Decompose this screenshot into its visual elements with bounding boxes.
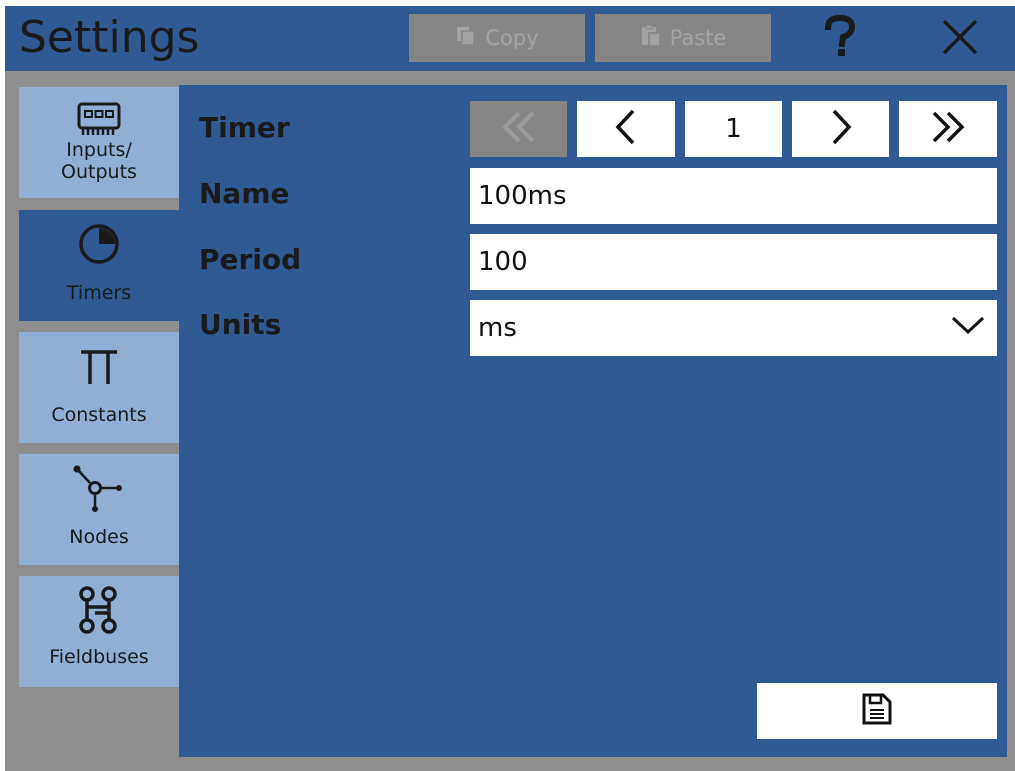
- copy-icon: [455, 25, 477, 52]
- sidebar-item-timers[interactable]: Timers: [19, 210, 179, 321]
- units-label: Units: [199, 308, 282, 341]
- timer-index-display: 1: [685, 101, 782, 157]
- period-label: Period: [199, 243, 302, 276]
- last-timer-button[interactable]: [899, 101, 997, 157]
- chevron-down-icon: [951, 313, 985, 343]
- close-button[interactable]: [925, 12, 995, 66]
- timer-settings-panel: Timer 1 Name 100ms Period 100 Units ms: [179, 85, 1007, 757]
- settings-window: Settings Copy Paste Inputs/ Outputs Time…: [5, 6, 1015, 771]
- close-icon: [940, 17, 980, 61]
- chevron-left-icon: [611, 108, 641, 150]
- sidebar-item-label: Fieldbuses: [49, 646, 149, 668]
- page-title: Settings: [19, 12, 200, 63]
- units-select[interactable]: ms: [470, 300, 997, 356]
- copy-button[interactable]: Copy: [409, 14, 585, 62]
- pi-icon: [77, 340, 121, 392]
- timer-icon: [77, 218, 121, 270]
- paste-icon: [640, 24, 662, 53]
- previous-timer-button[interactable]: [577, 101, 675, 157]
- question-mark-icon: [823, 14, 857, 63]
- sidebar-item-fieldbuses[interactable]: Fieldbuses: [19, 576, 179, 687]
- sidebar-item-label: Constants: [51, 404, 147, 426]
- timer-label: Timer: [199, 111, 290, 144]
- name-field[interactable]: 100ms: [470, 168, 997, 224]
- first-timer-button[interactable]: [470, 101, 567, 157]
- copy-label: Copy: [485, 26, 539, 50]
- save-button[interactable]: [757, 683, 997, 739]
- chevron-right-icon: [826, 108, 856, 150]
- sidebar-item-nodes[interactable]: Nodes: [19, 454, 179, 565]
- save-icon: [861, 692, 893, 730]
- next-timer-button[interactable]: [792, 101, 889, 157]
- units-selected-value: ms: [478, 313, 517, 343]
- double-chevron-left-icon: [499, 109, 539, 149]
- name-label: Name: [199, 177, 290, 210]
- header-bar: Settings Copy Paste: [5, 6, 1015, 71]
- fieldbus-icon: [75, 584, 123, 636]
- sidebar-item-label: Outputs: [61, 161, 137, 183]
- period-field[interactable]: 100: [470, 234, 997, 290]
- double-chevron-right-icon: [928, 109, 968, 149]
- sidebar-item-label: Nodes: [69, 526, 129, 548]
- paste-button[interactable]: Paste: [595, 14, 771, 62]
- help-button[interactable]: [805, 12, 875, 66]
- timer-index-value: 1: [725, 114, 742, 144]
- sidebar-item-label: Timers: [66, 282, 132, 304]
- paste-label: Paste: [669, 26, 727, 50]
- sidebar-item-constants[interactable]: Constants: [19, 332, 179, 443]
- nodes-icon: [71, 462, 127, 514]
- sidebar-item-inputs-outputs[interactable]: Inputs/ Outputs: [19, 87, 179, 198]
